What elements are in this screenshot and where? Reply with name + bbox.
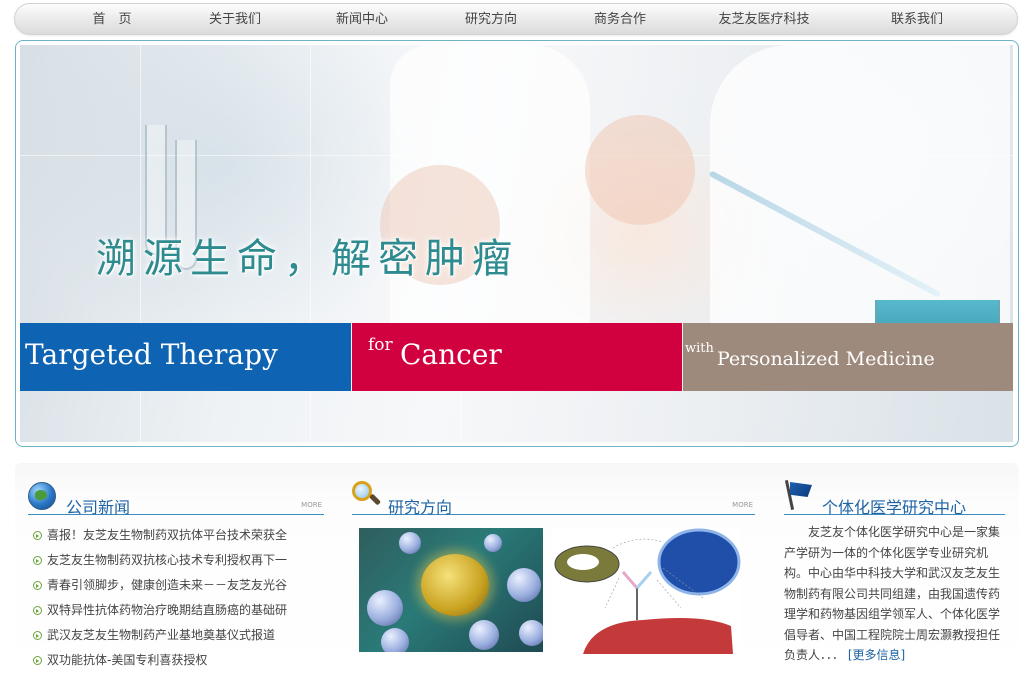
cell-shape	[519, 620, 543, 646]
banner-band-targeted: Targeted Therapy	[20, 323, 351, 391]
diagram-cell-right	[657, 528, 741, 596]
research-more-link[interactable]: MORE	[732, 501, 753, 509]
nav-item-contact[interactable]: 联系我们	[877, 4, 957, 36]
news-item[interactable]: 双功能抗体-美国专利喜获授权	[33, 648, 323, 673]
nav-item-business[interactable]: 商务合作	[580, 4, 660, 36]
nav-item-about[interactable]: 关于我们	[195, 4, 275, 36]
cancer-cell-image[interactable]	[359, 528, 543, 652]
band-text: Targeted Therapy	[25, 338, 278, 371]
cell-shape	[507, 568, 541, 602]
news-item-title: 喜报！友芝友生物制药双抗体平台技术荣获全	[47, 528, 288, 542]
tumor-cell-shape	[421, 554, 489, 616]
banner-slogan: 溯源生命，解密肿瘤	[96, 236, 519, 282]
news-item[interactable]: 青春引领脚步，健康创造未来－－友芝友光谷	[33, 573, 323, 598]
research-section-title: 研究方向	[388, 498, 453, 517]
news-item[interactable]: 武汉友芝友生物制药产业基地奠基仪式报道	[33, 623, 323, 648]
center-intro: 友芝友个体化医学研究中心是一家集产学研为一体的个体化医学专业研究机构。中心由华中…	[784, 522, 1006, 666]
news-item-title: 武汉友芝友生物制药产业基地奠基仪式报道	[47, 628, 276, 642]
news-section-title: 公司新闻	[66, 498, 131, 517]
news-item-title: 青春引领脚步，健康创造未来－－友芝友光谷	[47, 578, 288, 592]
diagram-antibody-arm	[621, 571, 639, 589]
cell-shape	[399, 532, 421, 554]
diagram-tissue	[583, 618, 733, 654]
center-section-title: 个体化医学研究中心	[822, 498, 967, 517]
news-item[interactable]: 双特异性抗体药物治疗晚期结直肠癌的基础研	[33, 598, 323, 623]
bullet-arrow-icon	[33, 556, 42, 565]
cell-shape	[381, 628, 409, 652]
hand-shape	[585, 115, 695, 225]
diagram-antibody-arm	[635, 571, 653, 589]
diagram-cell-left-core	[567, 554, 599, 570]
news-list: 喜报！友芝友生物制药双抗体平台技术荣获全 友芝友生物制药双抗核心技术专利授权再下…	[33, 523, 323, 673]
nav-item-research[interactable]: 研究方向	[451, 4, 531, 36]
news-item-title: 双特异性抗体药物治疗晚期结直肠癌的基础研	[47, 603, 288, 617]
banner-band-cancer: for Cancer	[352, 323, 682, 391]
band-small-text: with	[685, 341, 714, 356]
research-section-header: 研究方向 MORE	[352, 479, 755, 517]
globe-icon	[28, 482, 56, 510]
flag-icon	[784, 480, 814, 510]
center-more-link[interactable]: [更多信息]	[848, 648, 905, 662]
news-item-title: 友芝友生物制药双抗核心技术专利授权再下一	[47, 553, 288, 567]
cell-shape	[367, 590, 403, 626]
nav-item-news[interactable]: 新闻中心	[322, 4, 402, 36]
band-text: Personalized Medicine	[717, 348, 935, 370]
bullet-arrow-icon	[33, 531, 42, 540]
band-small-text: for	[368, 335, 393, 355]
cell-shape	[469, 620, 499, 650]
hero-banner: 溯源生命，解密肿瘤 Targeted Therapy for Cancer wi…	[20, 45, 1013, 442]
antibody-diagram-svg	[554, 528, 741, 654]
top-nav: 首 页 关于我们 新闻中心 研究方向 商务合作 友芝友医疗科技 联系我们	[14, 3, 1018, 35]
banner-band-personalized: with Personalized Medicine	[683, 323, 1013, 391]
center-section-header: 个体化医学研究中心	[784, 479, 1005, 517]
news-section-header: 公司新闻 MORE	[28, 479, 324, 517]
magnifier-icon	[352, 481, 382, 509]
bullet-arrow-icon	[33, 606, 42, 615]
nav-item-medical-tech[interactable]: 友芝友医疗科技	[709, 4, 819, 36]
bullet-arrow-icon	[33, 581, 42, 590]
cell-shape	[484, 534, 502, 552]
band-text: Cancer	[400, 338, 502, 371]
news-item-title: 双功能抗体-美国专利喜获授权	[47, 653, 208, 667]
center-intro-text: 友芝友个体化医学研究中心是一家集产学研为一体的个体化医学专业研究机构。中心由华中…	[784, 525, 1001, 662]
news-item[interactable]: 喜报！友芝友生物制药双抗体平台技术荣获全	[33, 523, 323, 548]
antibody-diagram-image[interactable]	[553, 528, 741, 654]
nav-item-home[interactable]: 首 页	[77, 4, 147, 36]
bullet-arrow-icon	[33, 656, 42, 665]
news-item[interactable]: 友芝友生物制药双抗核心技术专利授权再下一	[33, 548, 323, 573]
bullet-arrow-icon	[33, 631, 42, 640]
news-more-link[interactable]: MORE	[301, 501, 322, 509]
